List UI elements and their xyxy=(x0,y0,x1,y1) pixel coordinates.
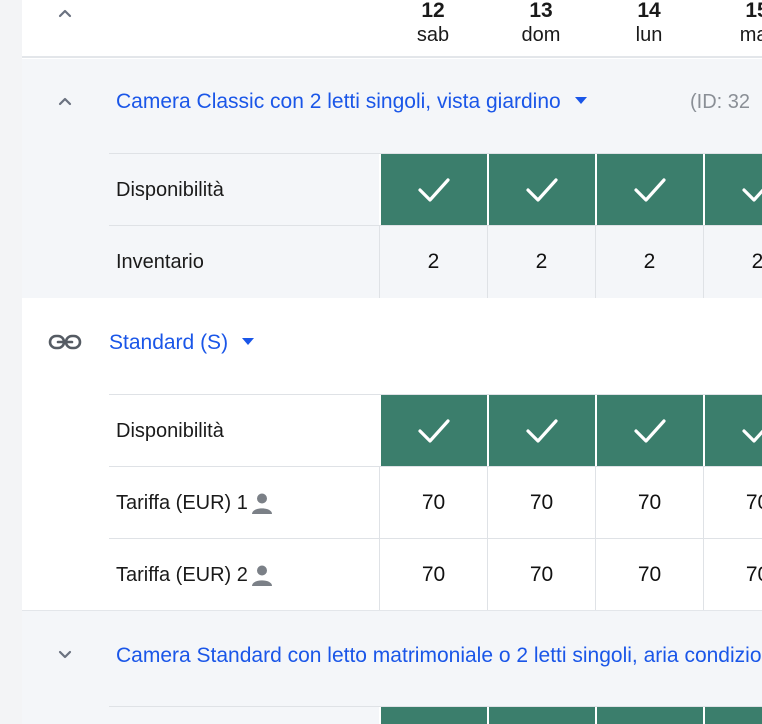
availability-cell[interactable] xyxy=(379,707,487,724)
room-section: Camera Standard con letto matrimoniale o… xyxy=(22,610,762,724)
rate-row: Tariffa (EUR) 1 70 70 70 70 xyxy=(109,466,762,539)
availability-row: Disponibilità xyxy=(109,394,762,467)
row-label: Disponibilità xyxy=(116,178,224,201)
caret-down-icon[interactable] xyxy=(242,337,255,345)
availability-cell[interactable] xyxy=(595,154,703,226)
day-of-week: lun xyxy=(635,24,663,46)
availability-row xyxy=(109,706,762,724)
row-label: Tariffa (EUR) 2 xyxy=(116,539,274,611)
rate-cell[interactable]: 70 xyxy=(595,539,703,611)
rate-plan-section: Standard (S) Disponibilità Tariffa (EUR)… xyxy=(22,298,762,611)
day-column-header: 14 lun xyxy=(595,0,703,48)
check-icon xyxy=(634,178,666,202)
check-icon xyxy=(526,419,558,443)
day-of-week: mar xyxy=(739,24,762,46)
check-icon xyxy=(526,178,558,202)
availability-cell[interactable] xyxy=(487,395,595,467)
date-header: 12 sab 13 dom 14 lun 15 mar xyxy=(22,0,762,58)
check-icon xyxy=(634,419,666,443)
day-column-header: 12 sab xyxy=(379,0,487,48)
check-icon xyxy=(418,178,450,202)
room-id: (ID: 32 xyxy=(690,91,751,113)
room-title[interactable]: Camera Classic con 2 letti singoli, vist… xyxy=(116,90,561,113)
link-icon xyxy=(48,334,82,350)
day-number: 13 xyxy=(529,0,553,22)
room-title-dropdown[interactable]: Camera Classic con 2 letti singoli, vist… xyxy=(116,90,587,114)
inventory-cell[interactable]: 2 xyxy=(487,226,595,298)
person-icon xyxy=(251,493,272,514)
room-title[interactable]: Camera Standard con letto matrimoniale o… xyxy=(116,644,762,668)
day-column-header: 13 dom xyxy=(487,0,595,48)
check-icon xyxy=(742,188,762,202)
inventory-cell[interactable]: 2 xyxy=(595,226,703,298)
rate-label-text: Tariffa (EUR) 1 xyxy=(116,491,248,514)
room-collapse-chevron-up-icon[interactable] xyxy=(54,90,76,112)
check-icon xyxy=(418,419,450,443)
rate-label-text: Tariffa (EUR) 2 xyxy=(116,563,248,586)
inventory-cell[interactable]: 2 xyxy=(379,226,487,298)
room-section: Camera Classic con 2 letti singoli, vist… xyxy=(22,59,762,298)
day-of-week: dom xyxy=(521,24,561,46)
inventory-cell[interactable]: 2 xyxy=(703,226,762,298)
availability-row: Disponibilità xyxy=(109,153,762,226)
rate-cell[interactable]: 70 xyxy=(487,467,595,539)
person-icon xyxy=(251,565,272,586)
availability-cell[interactable] xyxy=(595,707,703,724)
calendar-grid: 12 sab 13 dom 14 lun 15 mar Camera Class… xyxy=(22,0,762,724)
rate-plan-title[interactable]: Standard (S) xyxy=(109,331,228,354)
availability-cell[interactable] xyxy=(487,707,595,724)
availability-cell[interactable] xyxy=(595,395,703,467)
room-expand-chevron-down-icon[interactable] xyxy=(54,643,76,665)
rate-cell[interactable]: 70 xyxy=(703,467,762,539)
availability-cell[interactable] xyxy=(703,707,762,724)
availability-cell[interactable] xyxy=(703,154,762,226)
rate-cell[interactable]: 70 xyxy=(379,467,487,539)
row-label: Disponibilità xyxy=(116,419,224,442)
rate-plan-dropdown[interactable]: Standard (S) xyxy=(109,331,255,355)
day-number: 14 xyxy=(637,0,661,22)
availability-cell[interactable] xyxy=(379,154,487,226)
day-number: 12 xyxy=(421,0,445,22)
collapse-all-chevron-up-icon[interactable] xyxy=(54,2,76,24)
check-icon xyxy=(742,429,762,443)
row-label: Inventario xyxy=(116,250,204,273)
inventory-row: Inventario 2 2 2 2 xyxy=(109,225,762,298)
rate-cell[interactable]: 70 xyxy=(595,467,703,539)
rate-row: Tariffa (EUR) 2 70 70 70 70 xyxy=(109,538,762,611)
day-number: 15 xyxy=(745,0,762,22)
rate-cell[interactable]: 70 xyxy=(703,539,762,611)
day-column-header: 15 mar xyxy=(703,0,762,48)
rate-cell[interactable]: 70 xyxy=(379,539,487,611)
availability-cell[interactable] xyxy=(703,395,762,467)
caret-down-icon[interactable] xyxy=(574,96,587,104)
availability-cell[interactable] xyxy=(487,154,595,226)
row-label: Tariffa (EUR) 1 xyxy=(116,467,274,539)
left-rail xyxy=(0,0,22,724)
day-of-week: sab xyxy=(416,24,450,46)
availability-cell[interactable] xyxy=(379,395,487,467)
rate-cell[interactable]: 70 xyxy=(487,539,595,611)
